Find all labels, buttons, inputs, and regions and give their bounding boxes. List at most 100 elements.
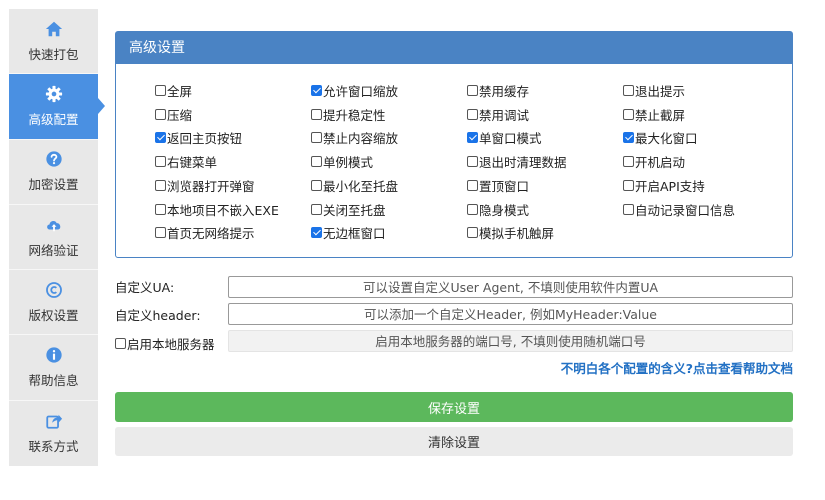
sidebar-item-advanced-config[interactable]: 高级配置 [9,74,105,140]
option-checkbox[interactable] [155,156,166,168]
option-label: 置顶窗口 [479,178,530,194]
option-label: 无边框窗口 [323,226,386,242]
option-item[interactable]: 禁用缓存 [467,81,529,100]
option-checkbox[interactable] [467,156,478,168]
option-label: 禁用调试 [479,107,530,123]
option-label: 退出提示 [635,84,686,99]
option-checkbox[interactable] [155,132,166,144]
option-checkbox[interactable] [155,85,166,96]
option-item[interactable]: 压缩 [155,105,192,124]
option-checkbox[interactable] [311,85,322,96]
option-item[interactable]: 单窗口模式 [467,128,542,147]
option-checkbox[interactable] [311,227,322,239]
option-item[interactable]: 模拟手机触屏 [467,223,554,242]
option-checkbox[interactable] [467,108,478,120]
option-checkbox[interactable] [623,156,634,168]
option-item[interactable]: 返回主页按钮 [155,128,242,147]
info-icon [45,347,62,363]
sidebar-nav: 快速打包 高级配置 加密设置 网络验证 版权设置 帮助信息 联系方式 [9,9,105,466]
option-checkbox[interactable] [155,108,166,120]
option-label: 禁止截屏 [635,107,686,123]
option-checkbox[interactable] [155,179,166,191]
option-item[interactable]: 禁用调试 [467,105,529,124]
option-item[interactable]: 最大化窗口 [623,128,698,147]
option-item[interactable]: 禁止内容缩放 [311,128,398,147]
option-label: 首页无网络提示 [167,226,255,242]
option-checkbox[interactable] [467,227,478,239]
option-item[interactable]: 关闭至托盘 [311,200,386,219]
option-label: 浏览器打开弹窗 [167,178,255,194]
server-port-input[interactable] [228,330,793,352]
sidebar-item-label: 高级配置 [28,111,79,127]
option-checkbox[interactable] [467,85,478,96]
option-label: 允许窗口缩放 [323,84,399,99]
option-label: 全屏 [167,84,193,99]
option-label: 单窗口模式 [479,131,542,147]
local-server-checkbox[interactable] [115,338,126,349]
option-item[interactable]: 退出提示 [623,81,685,100]
sidebar-item-contact[interactable]: 联系方式 [9,401,98,466]
advanced-settings-panel: 高级设置 全屏 允许窗口缩放 禁用缓存 退出提示 压缩 提升稳定性 禁用调试 禁止截屏 返回主页… [115,31,793,258]
ua-input[interactable] [228,276,793,298]
option-item[interactable]: 全屏 [155,81,192,100]
option-label: 最小化至托盘 [323,178,399,194]
help-doc-link[interactable]: 不明白各个配置的含义?点击查看帮助文档 [561,358,793,377]
option-item[interactable]: 隐身模式 [467,200,529,219]
option-item[interactable]: 单例模式 [311,152,373,171]
option-checkbox[interactable] [311,156,322,168]
option-checkbox[interactable] [311,132,322,144]
option-item[interactable]: 提升稳定性 [311,105,386,124]
option-checkbox[interactable] [311,179,322,191]
copyright-icon [45,281,62,298]
clear-settings-button[interactable]: 清除设置 [115,427,793,456]
sidebar-item-label: 网络验证 [28,242,79,258]
sidebar-item-label: 快速打包 [28,46,79,62]
option-checkbox[interactable] [623,203,634,215]
option-label: 压缩 [167,107,193,123]
option-label: 禁用缓存 [479,84,530,99]
option-item[interactable]: 自动记录窗口信息 [623,200,735,219]
sidebar-item-copyright[interactable]: 版权设置 [9,270,98,336]
option-checkbox[interactable] [467,203,478,215]
option-checkbox[interactable] [155,227,166,239]
option-checkbox[interactable] [467,132,478,144]
option-label: 最大化窗口 [635,131,698,147]
option-item[interactable]: 浏览器打开弹窗 [155,176,255,195]
option-item[interactable]: 允许窗口缩放 [311,81,398,100]
option-item[interactable]: 禁止截屏 [623,105,685,124]
option-checkbox[interactable] [623,108,634,120]
ua-label: 自定义UA: [115,280,175,295]
option-label: 开启API支持 [635,178,705,194]
save-settings-button[interactable]: 保存设置 [115,392,793,422]
option-checkbox[interactable] [311,203,322,215]
option-item[interactable]: 无边框窗口 [311,223,386,242]
option-label: 返回主页按钮 [167,131,243,147]
option-item[interactable]: 开启API支持 [623,176,705,195]
option-item[interactable]: 置顶窗口 [467,176,529,195]
local-server-option[interactable]: 启用本地服务器 [115,334,215,353]
option-item[interactable]: 退出时清理数据 [467,152,567,171]
option-checkbox[interactable] [623,179,634,191]
question-icon [45,151,62,167]
sidebar-item-network-verify[interactable]: 网络验证 [9,205,98,271]
option-checkbox[interactable] [623,132,634,144]
option-item[interactable]: 本地项目不嵌入EXE [155,200,279,219]
option-label: 本地项目不嵌入EXE [167,202,279,218]
header-input[interactable] [228,303,793,325]
option-label: 关闭至托盘 [323,202,386,218]
sidebar-item-label: 加密设置 [28,177,79,193]
option-item[interactable]: 最小化至托盘 [311,176,398,195]
sidebar-item-help-info[interactable]: 帮助信息 [9,335,98,401]
option-item[interactable]: 开机启动 [623,152,685,171]
option-item[interactable]: 首页无网络提示 [155,223,255,242]
option-checkbox[interactable] [155,203,166,215]
option-checkbox[interactable] [311,108,322,120]
option-item[interactable]: 右键菜单 [155,152,217,171]
sidebar-item-label: 版权设置 [28,307,79,323]
sidebar-item-label: 帮助信息 [28,373,79,389]
option-label: 模拟手机触屏 [479,226,555,242]
option-checkbox[interactable] [623,85,634,96]
sidebar-item-quick-pack[interactable]: 快速打包 [9,9,98,75]
option-checkbox[interactable] [467,179,478,191]
sidebar-item-encryption[interactable]: 加密设置 [9,140,98,205]
